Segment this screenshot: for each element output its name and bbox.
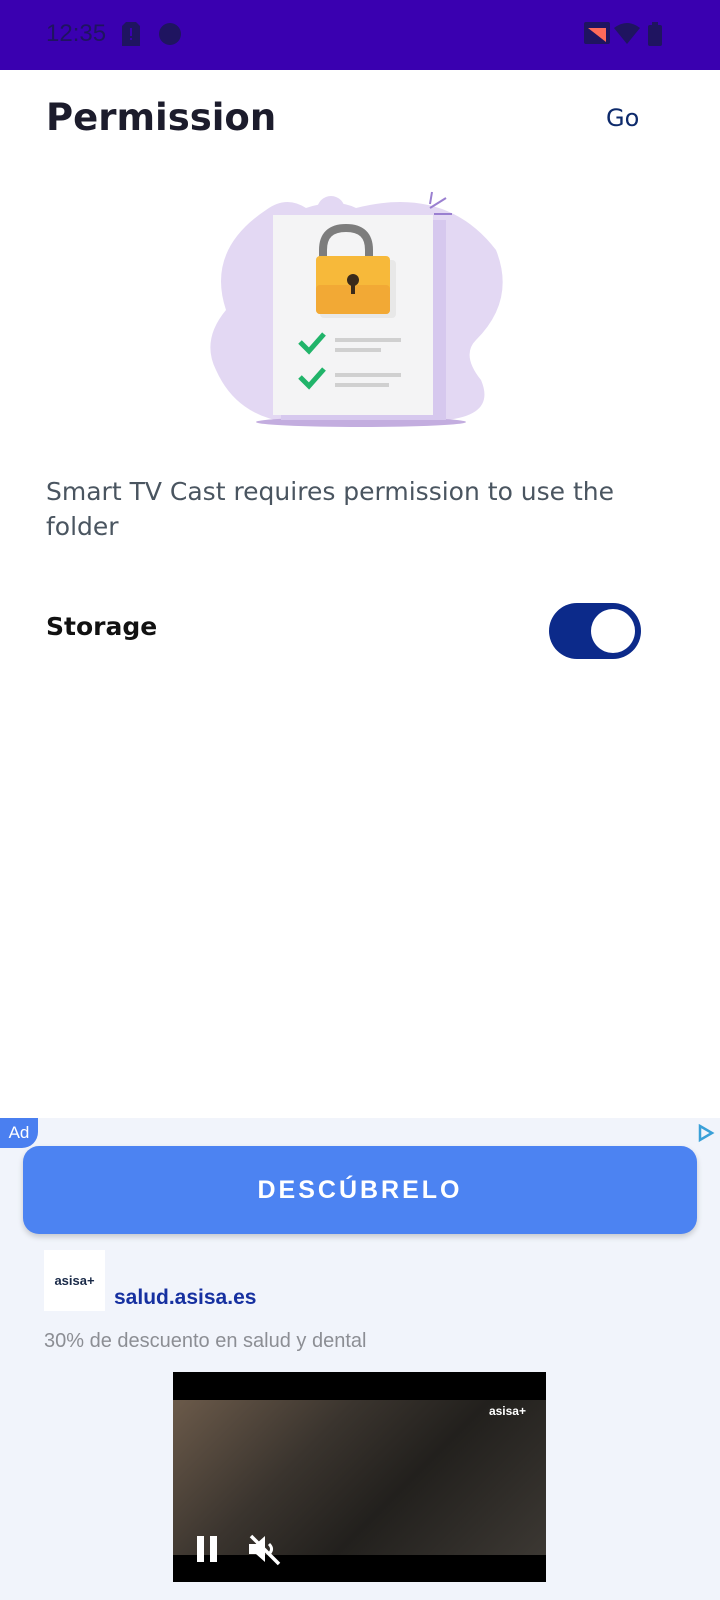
status-time: 12:35 [46,20,107,47]
video-brand-logo: asisa+ [488,1404,526,1418]
video-frame [173,1400,546,1555]
storage-label: Storage [46,612,158,641]
ad-video[interactable]: asisa+ [173,1372,546,1582]
advertiser-url[interactable]: salud.asisa.es [114,1286,256,1310]
ad-banner: Ad DESCÚBRELO asisa+ salud.asisa.es 30% … [0,1118,720,1600]
cast-icon [584,22,610,48]
battery-icon [648,22,662,50]
toggle-knob [591,609,635,653]
sim-alert-icon [122,22,140,50]
permission-description: Smart TV Cast requires permission to use… [46,477,615,541]
status-bar: 12:35 [0,0,720,70]
cta-button[interactable]: DESCÚBRELO [23,1146,697,1234]
go-button[interactable]: Go [606,104,639,132]
mute-icon[interactable] [247,1532,283,1570]
permission-illustration [196,190,526,440]
pause-icon[interactable] [193,1534,221,1568]
storage-toggle[interactable] [549,603,641,659]
ad-badge: Ad [0,1118,38,1148]
adchoices-icon[interactable] [694,1122,716,1148]
advertiser-logo[interactable]: asisa+ [44,1250,105,1311]
wifi-icon [614,22,640,48]
app-notification-icon [158,22,182,50]
page-title: Permission [46,96,277,139]
ad-text: 30% de descuento en salud y dental [44,1330,367,1352]
